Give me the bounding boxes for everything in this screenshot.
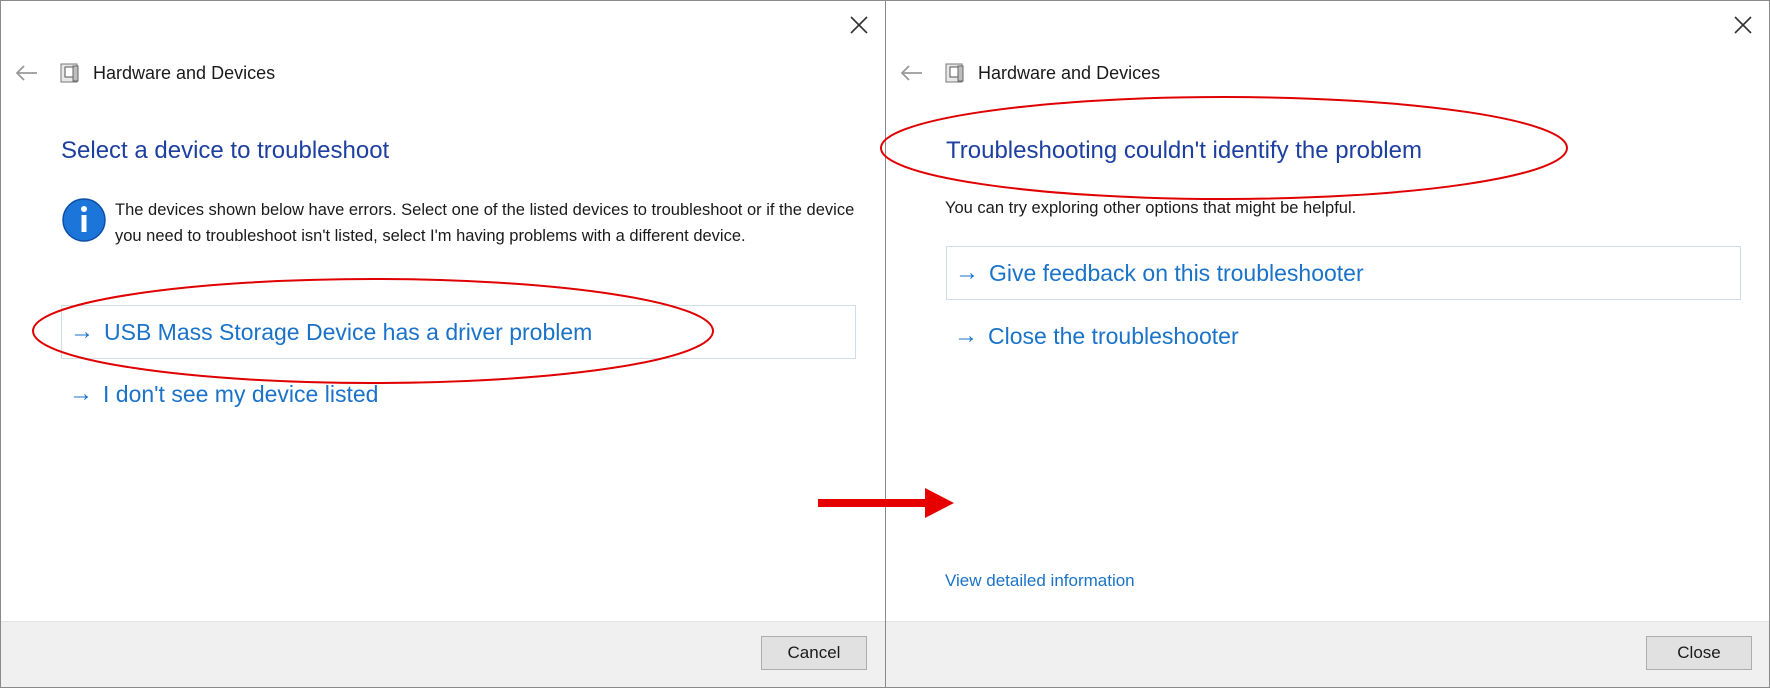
button-footer: Close	[886, 621, 1769, 687]
view-detailed-information-link[interactable]: View detailed information	[945, 571, 1135, 591]
info-icon	[62, 198, 106, 242]
page-heading: Troubleshooting couldn't identify the pr…	[946, 137, 1422, 164]
subtext: You can try exploring other options that…	[945, 199, 1357, 217]
button-footer: Cancel	[1, 621, 885, 687]
window-title: Hardware and Devices	[93, 62, 276, 83]
page-heading: Select a device to troubleshoot	[61, 137, 390, 164]
arrow-right-icon: →	[69, 380, 93, 407]
troubleshooter-window-right: Hardware and Devices Troubleshooting cou…	[885, 0, 1770, 688]
close-icon[interactable]	[1731, 13, 1755, 37]
back-arrow-icon[interactable]	[898, 63, 924, 83]
close-button[interactable]: Close	[1646, 636, 1752, 670]
window-title: Hardware and Devices	[978, 62, 1161, 83]
option-label: Give feedback on this troubleshooter	[989, 259, 1364, 286]
info-text: The devices shown below have errors. Sel…	[115, 201, 855, 245]
option-label: USB Mass Storage Device has a driver pro…	[104, 318, 593, 345]
back-arrow-icon[interactable]	[13, 63, 39, 83]
close-icon[interactable]	[847, 13, 871, 37]
screenshot-stage: Hardware and Devices Select a device to …	[0, 0, 1770, 688]
option-device-not-listed[interactable]: → I don't see my device listed	[61, 367, 856, 421]
cancel-button[interactable]: Cancel	[761, 636, 867, 670]
nav-bar: Hardware and Devices	[13, 61, 275, 85]
info-message: The devices shown below have errors. Sel…	[61, 197, 861, 249]
nav-bar: Hardware and Devices	[898, 61, 1160, 85]
option-usb-mass-storage[interactable]: → USB Mass Storage Device has a driver p…	[61, 305, 856, 359]
arrow-right-icon: →	[954, 322, 978, 349]
hardware-devices-icon	[60, 63, 79, 83]
troubleshooter-window-left: Hardware and Devices Select a device to …	[0, 0, 886, 688]
option-label: I don't see my device listed	[103, 380, 379, 407]
option-give-feedback[interactable]: → Give feedback on this troubleshooter	[946, 246, 1741, 300]
option-label: Close the troubleshooter	[988, 322, 1239, 349]
arrow-right-icon: →	[955, 259, 979, 286]
option-close-troubleshooter[interactable]: → Close the troubleshooter	[946, 309, 1741, 363]
arrow-right-icon: →	[70, 318, 94, 345]
hardware-devices-icon	[945, 63, 964, 83]
